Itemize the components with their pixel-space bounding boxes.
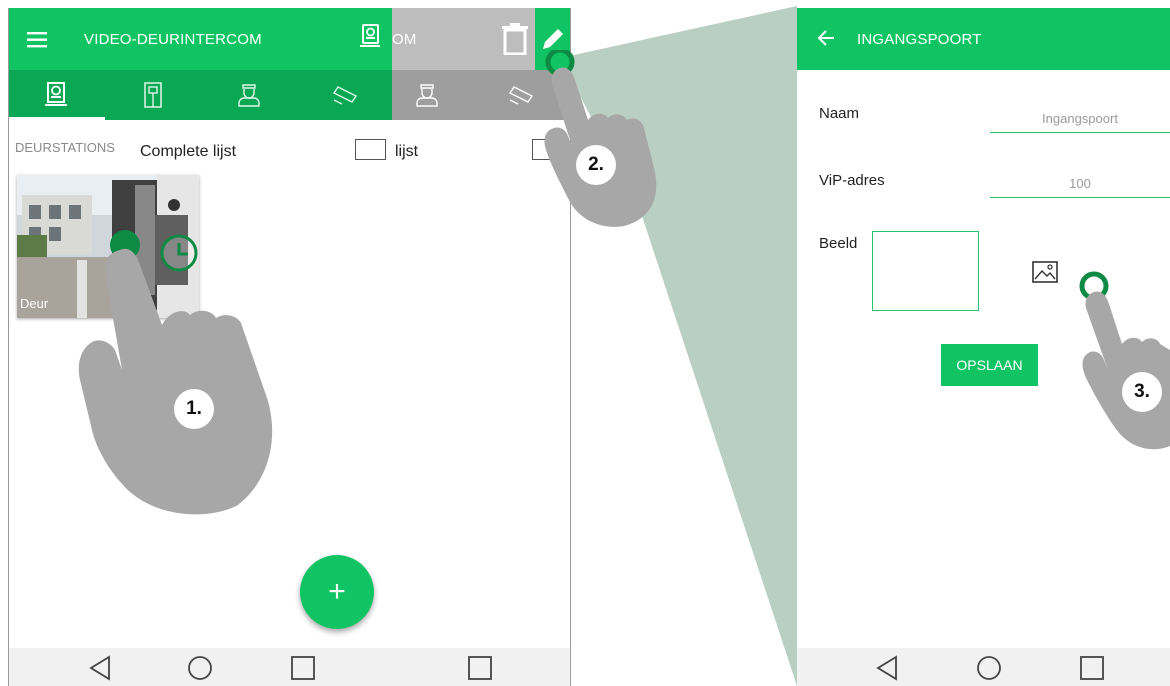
back-arrow-icon[interactable] <box>817 30 835 46</box>
vip-address-label: ViP-adres <box>819 172 885 189</box>
plus-icon: + <box>328 575 346 608</box>
home-nav-icon[interactable] <box>187 655 213 681</box>
tab-doorstation[interactable] <box>9 70 105 120</box>
tap-hand-2-icon <box>544 50 657 227</box>
recents-nav-icon[interactable] <box>1079 655 1105 681</box>
system-navbar-partial <box>392 648 570 686</box>
list-title: Complete lijst <box>140 143 237 160</box>
delete-icon[interactable] <box>502 23 528 55</box>
list-toggle-checkbox[interactable] <box>355 139 386 160</box>
tap-hand-3-icon <box>1079 271 1170 450</box>
list-title-fragment: lijst <box>395 143 419 160</box>
section-label: DEURSTATIONS <box>15 140 115 155</box>
menu-icon[interactable] <box>27 32 47 48</box>
back-nav-icon[interactable] <box>875 655 901 681</box>
back-nav-icon[interactable] <box>88 655 114 681</box>
recents-nav-icon[interactable] <box>467 655 493 681</box>
pencil-icon <box>543 29 563 49</box>
system-navbar <box>797 648 1170 686</box>
name-field[interactable]: Ingangspoort <box>990 108 1170 133</box>
guard-icon[interactable] <box>414 82 440 108</box>
app-bar: VIDEO-DEURINTERCOM <box>9 8 393 70</box>
vip-address-value: 100 <box>1069 176 1091 191</box>
image-preview-box[interactable] <box>872 231 979 311</box>
system-navbar <box>9 648 393 686</box>
name-value: Ingangspoort <box>1042 111 1118 126</box>
save-button[interactable]: OPSLAAN <box>941 344 1038 386</box>
app-bar: INGANGSPOORT <box>797 8 1170 70</box>
doorstation-icon[interactable] <box>360 24 380 50</box>
screen-title: INGANGSPOORT <box>857 31 982 48</box>
active-tab-indicator <box>9 117 105 120</box>
image-picker-icon[interactable] <box>1032 261 1058 283</box>
tab-camera[interactable] <box>297 70 393 120</box>
tab-bar <box>9 70 393 120</box>
save-button-label: OPSLAAN <box>956 357 1023 373</box>
add-doorstation-fab[interactable]: + <box>300 555 374 629</box>
vip-address-field[interactable]: 100 <box>990 173 1170 198</box>
step-3-badge: 3. <box>1122 372 1162 412</box>
action-bar-title: OM <box>392 31 417 48</box>
tab-guard[interactable] <box>201 70 297 120</box>
name-label: Naam <box>819 105 860 122</box>
doorstation-label: Deur <box>20 296 49 311</box>
tab-door[interactable] <box>105 70 201 120</box>
image-label: Beeld <box>819 235 858 252</box>
app-title: VIDEO-DEURINTERCOM <box>84 31 262 48</box>
recents-nav-icon[interactable] <box>290 655 316 681</box>
home-nav-icon[interactable] <box>976 655 1002 681</box>
step-2-badge: 2. <box>576 145 616 185</box>
tap-hand-1-icon <box>78 230 273 515</box>
step-1-badge: 1. <box>174 389 214 429</box>
